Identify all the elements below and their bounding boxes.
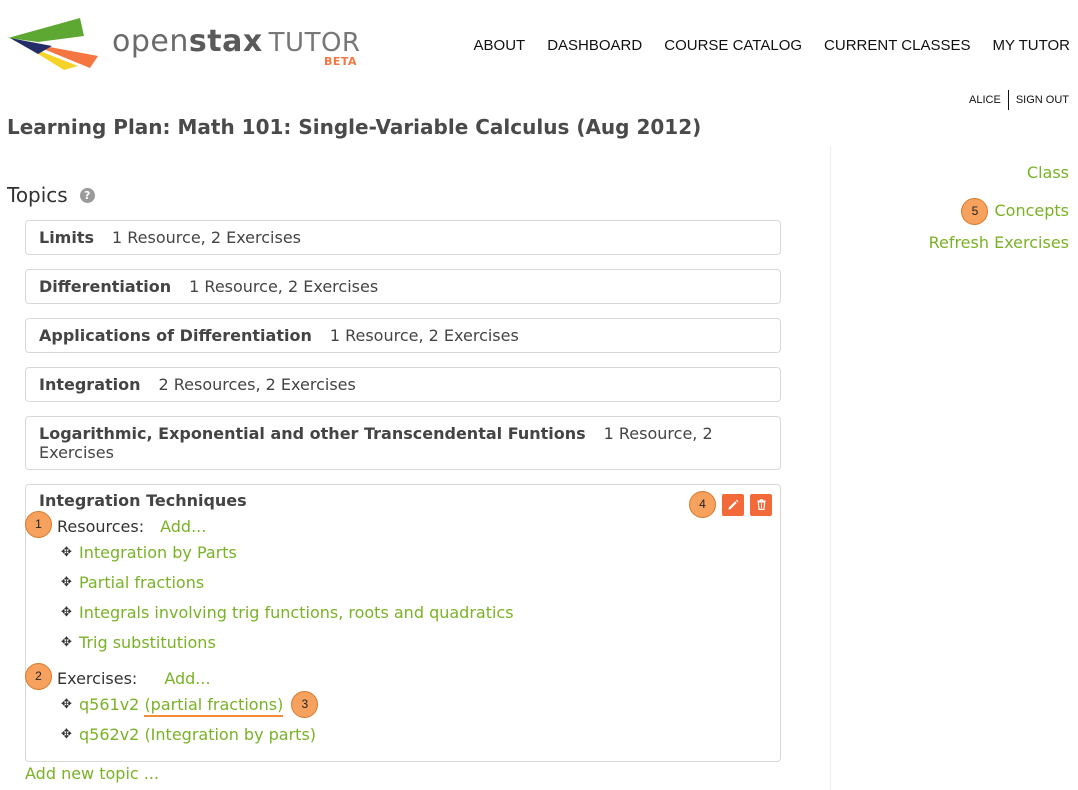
help-icon[interactable]: ? (79, 187, 95, 203)
callout-badge-3: 3 (291, 690, 319, 718)
topic-integration[interactable]: Integration 2 Resources, 2 Exercises (25, 367, 781, 402)
drag-handle-icon[interactable]: ✥ (61, 725, 75, 744)
pencil-icon (728, 499, 738, 510)
exercise-id: q562v2 (79, 724, 140, 744)
drag-handle-icon[interactable]: ✥ (61, 603, 75, 622)
sidebar-link-refresh-exercises[interactable]: Refresh Exercises (929, 233, 1069, 268)
drag-handle-icon[interactable]: ✥ (61, 633, 75, 652)
topic-count: 1 Resource, 2 Exercises (189, 277, 379, 296)
resource-link[interactable]: Trig substitutions (79, 633, 216, 652)
sidebar: Class 5 Concepts Refresh Exercises (929, 163, 1069, 268)
top-navigation: ABOUT DASHBOARD COURSE CATALOG CURRENT C… (474, 37, 1070, 54)
resources-section: 1 Resources: Add... (25, 511, 767, 538)
topic-actions: 4 (689, 491, 772, 518)
logo-open: open (112, 24, 189, 59)
sidebar-link-concepts[interactable]: 5 Concepts (929, 198, 1069, 233)
exercise-link[interactable]: q562v2 (Integration by parts) (79, 725, 316, 744)
topic-differentiation[interactable]: Differentiation 1 Resource, 2 Exercises (25, 269, 781, 304)
exercise-topic: (Integration by parts) (144, 724, 317, 744)
exercise-link[interactable]: q561v2 (partial fractions) (79, 694, 284, 717)
logo-wordmark: openstax TUTOR (112, 24, 361, 59)
nav-my-tutor[interactable]: MY TUTOR (992, 37, 1070, 54)
drag-handle-icon[interactable]: ✥ (61, 573, 75, 592)
resource-link[interactable]: Partial fractions (79, 573, 204, 592)
nav-course-catalog[interactable]: COURSE CATALOG (664, 37, 802, 54)
user-nav-separator (1007, 90, 1009, 110)
exercises-label: Exercises: (57, 668, 138, 688)
topic-list: Limits 1 Resource, 2 Exercises Differenti… (25, 220, 781, 776)
exercises-section: 2 Exercises: Add... (25, 663, 767, 690)
openstax-logo-icon (8, 18, 98, 70)
add-resource-link[interactable]: Add... (160, 517, 206, 536)
callout-badge-4: 4 (689, 491, 716, 518)
user-navigation: ALICE SIGN OUT (969, 90, 1069, 110)
resource-link[interactable]: Integrals involving trig functions, root… (79, 603, 514, 622)
resources-label: Resources: (57, 516, 145, 536)
nav-dashboard[interactable]: DASHBOARD (547, 37, 642, 54)
callout-badge-1: 1 (25, 511, 52, 538)
edit-topic-button[interactable] (722, 493, 744, 516)
topic-name: Logarithmic, Exponential and other Trans… (39, 424, 586, 443)
topic-name: Integration Techniques (39, 491, 247, 510)
add-new-topic-link[interactable]: Add new topic ... (25, 764, 159, 783)
exercise-id: q561v2 (79, 694, 140, 714)
topic-logarithmic-exponential[interactable]: Logarithmic, Exponential and other Trans… (25, 416, 781, 470)
sidebar-link-class[interactable]: Class (929, 163, 1069, 198)
resource-link[interactable]: Integration by Parts (79, 543, 237, 562)
openstax-tutor-logo[interactable]: openstax TUTOR BETA (8, 16, 368, 72)
sidebar-link-concepts-label: Concepts (994, 201, 1069, 220)
topic-name: Differentiation (39, 277, 172, 296)
resource-item: ✥ Integration by Parts (39, 537, 767, 567)
resource-item: ✥ Partial fractions (39, 567, 767, 597)
topic-limits[interactable]: Limits 1 Resource, 2 Exercises (25, 220, 781, 255)
topic-name: Limits (39, 228, 95, 247)
page-title: Learning Plan: Math 101: Single-Variable… (7, 115, 702, 139)
topics-label: Topics (7, 183, 68, 207)
user-name-link[interactable]: ALICE (969, 94, 1001, 106)
sidebar-divider (830, 146, 831, 790)
resource-item: ✥ Integrals involving trig functions, ro… (39, 597, 767, 627)
topic-applications-of-differentiation[interactable]: Applications of Differentiation 1 Resourc… (25, 318, 781, 353)
logo-tutor: TUTOR (268, 28, 361, 58)
topic-name: Applications of Differentiation (39, 326, 312, 345)
topic-count: 1 Resource, 2 Exercises (112, 228, 302, 247)
nav-current-classes[interactable]: CURRENT CLASSES (824, 37, 970, 54)
resource-item: ✥ Trig substitutions (39, 627, 767, 657)
topic-count: 1 Resource, 2 Exercises (329, 326, 519, 345)
callout-badge-2: 2 (25, 663, 52, 690)
exercise-item: ✥ q562v2 (Integration by parts) (39, 719, 767, 749)
logo-stax: stax (188, 24, 263, 59)
drag-handle-icon[interactable]: ✥ (61, 543, 75, 562)
nav-about[interactable]: ABOUT (474, 37, 526, 54)
topics-heading: Topics ? (7, 183, 95, 207)
add-exercise-link[interactable]: Add... (164, 669, 210, 688)
delete-topic-button[interactable] (750, 493, 772, 516)
callout-badge-5: 5 (961, 198, 989, 225)
exercise-topic: (partial fractions) (144, 694, 284, 717)
exercise-item: ✥ q561v2 (partial fractions) 3 (39, 689, 767, 719)
topic-name: Integration (39, 375, 141, 394)
trash-icon (756, 499, 766, 510)
topic-integration-techniques: Integration Techniques 4 1 Resources: Ad… (25, 484, 781, 762)
beta-tag: BETA (324, 55, 358, 68)
sign-out-link[interactable]: SIGN OUT (1016, 94, 1069, 106)
drag-handle-icon[interactable]: ✥ (61, 695, 75, 714)
topic-count: 2 Resources, 2 Exercises (158, 375, 356, 394)
